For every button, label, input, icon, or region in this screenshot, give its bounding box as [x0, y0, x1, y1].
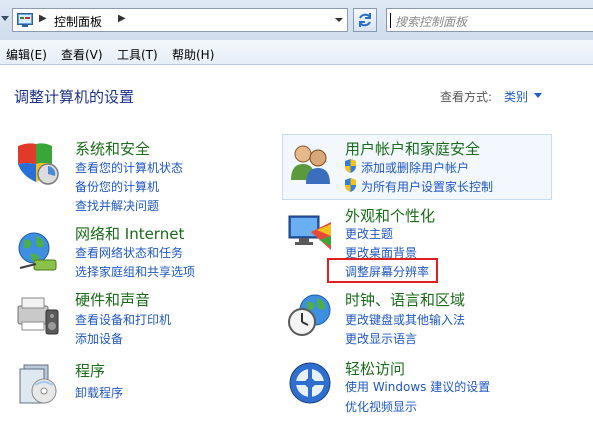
link-add-remove-accounts[interactable]: 添加或删除用户帐户: [361, 159, 469, 176]
search-input[interactable]: 搜索控制面板: [386, 8, 593, 32]
category-appearance-personalization[interactable]: 外观和个性化: [345, 205, 435, 226]
breadcrumb-control-panel[interactable]: 控制面板: [54, 13, 102, 30]
annotation-highlight-box: [327, 258, 438, 283]
link-devices-printers[interactable]: 查看设备和打印机: [75, 311, 171, 328]
uac-shield-icon: [345, 178, 356, 192]
hardware-sound-icon[interactable]: [14, 292, 60, 338]
refresh-button[interactable]: [353, 8, 377, 32]
breadcrumb[interactable]: ▶ 控制面板 ▶: [12, 8, 348, 32]
link-homegroup-sharing[interactable]: 选择家庭组和共享选项: [75, 263, 195, 280]
address-history-dropdown[interactable]: [330, 8, 346, 32]
link-find-fix-problems[interactable]: 查找并解决问题: [75, 197, 159, 214]
category-ease-of-access[interactable]: 轻松访问: [345, 358, 405, 379]
link-network-status-tasks[interactable]: 查看网络状态和任务: [75, 244, 183, 261]
category-system-security[interactable]: 系统和安全: [75, 138, 150, 159]
link-windows-recommended-settings[interactable]: 使用 Windows 建议的设置: [345, 378, 490, 395]
link-parental-controls[interactable]: 为所有用户设置家长控制: [361, 178, 493, 195]
page-title: 调整计算机的设置: [14, 88, 135, 106]
control-panel-icon: [17, 13, 33, 27]
link-change-theme[interactable]: 更改主题: [345, 225, 393, 242]
link-optimize-visual-display[interactable]: 优化视频显示: [345, 398, 417, 415]
uac-shield-icon: [345, 159, 356, 173]
menu-help[interactable]: 帮助(H): [172, 46, 214, 63]
chevron-down-icon[interactable]: [534, 93, 542, 98]
view-by-dropdown[interactable]: 类别: [504, 88, 528, 105]
search-placeholder: 搜索控制面板: [395, 15, 468, 29]
link-uninstall-program[interactable]: 卸载程序: [75, 384, 123, 401]
link-view-computer-status[interactable]: 查看您的计算机状态: [75, 159, 183, 176]
category-clock-language-region[interactable]: 时钟、语言和区域: [345, 289, 465, 310]
menu-bar: 编辑(E) 查看(V) 工具(T) 帮助(H): [0, 40, 593, 65]
appearance-personalization-icon[interactable]: [287, 210, 333, 256]
category-hardware-sound[interactable]: 硬件和声音: [75, 289, 150, 310]
user-accounts-icon[interactable]: [287, 140, 333, 186]
menu-tools[interactable]: 工具(T): [117, 46, 158, 63]
link-change-keyboard-input[interactable]: 更改键盘或其他输入法: [345, 311, 465, 328]
clock-language-region-icon[interactable]: [287, 292, 333, 338]
network-internet-icon[interactable]: [14, 228, 60, 274]
link-add-device[interactable]: 添加设备: [75, 330, 123, 347]
system-security-icon[interactable]: [14, 140, 60, 186]
recent-pages-dropdown-icon[interactable]: [1, 16, 9, 21]
category-programs[interactable]: 程序: [75, 360, 105, 381]
text-cursor: [390, 13, 391, 28]
menu-view[interactable]: 查看(V): [61, 46, 103, 63]
category-user-accounts[interactable]: 用户帐户和家庭安全: [345, 138, 480, 159]
ease-of-access-icon[interactable]: [287, 360, 333, 406]
link-backup-computer[interactable]: 备份您的计算机: [75, 178, 159, 195]
address-bar: ▶ 控制面板 ▶ 搜索控制面板: [0, 0, 593, 40]
refresh-icon: [359, 13, 371, 27]
menu-edit[interactable]: 编辑(E): [6, 46, 47, 63]
category-network-internet[interactable]: 网络和 Internet: [75, 223, 184, 244]
breadcrumb-separator-icon[interactable]: ▶: [39, 13, 47, 24]
breadcrumb-separator-icon[interactable]: ▶: [118, 13, 126, 24]
programs-icon[interactable]: [14, 361, 60, 407]
link-change-display-language[interactable]: 更改显示语言: [345, 330, 417, 347]
view-by-label: 查看方式:: [440, 90, 493, 104]
